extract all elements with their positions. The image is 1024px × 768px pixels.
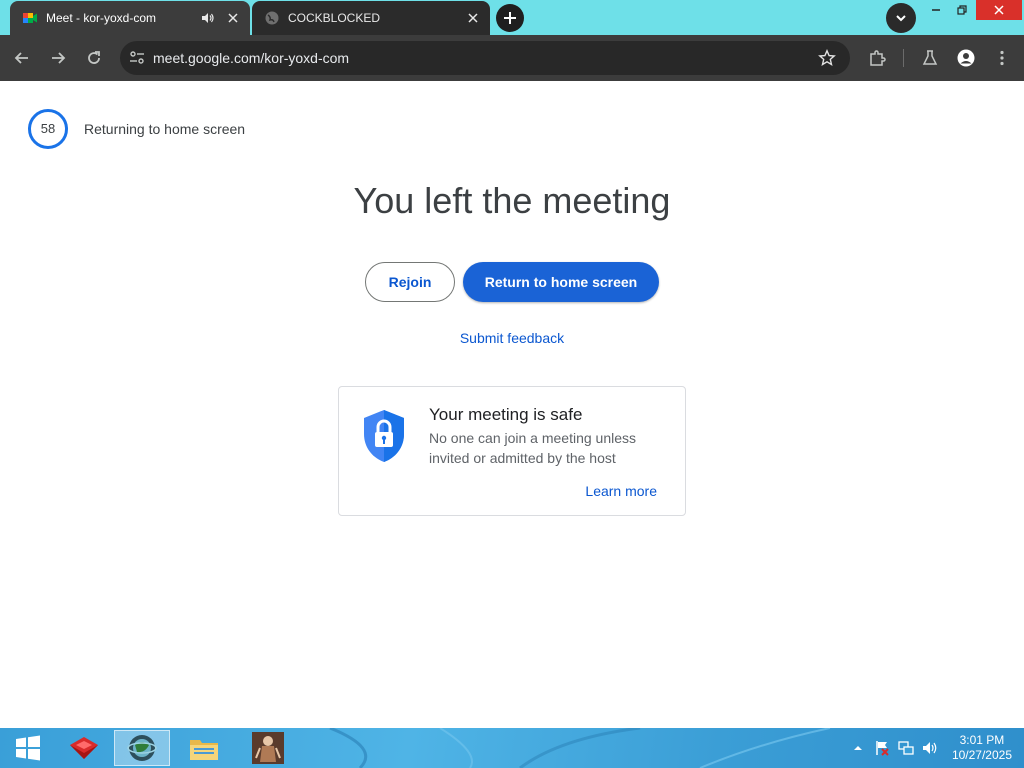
browser-globe-icon xyxy=(127,735,157,761)
safe-card-title: Your meeting is safe xyxy=(429,405,583,424)
character-app-icon xyxy=(252,732,284,764)
arrow-left-icon xyxy=(14,52,28,64)
taskbar-app-red[interactable] xyxy=(56,730,112,766)
flask-icon xyxy=(922,50,938,65)
volume-icon[interactable] xyxy=(922,740,938,756)
address-bar[interactable]: meet.google.com/kor-yoxd-com xyxy=(120,41,850,75)
tab-search-button[interactable] xyxy=(886,3,916,33)
taskbar-app-browser[interactable] xyxy=(114,730,170,766)
taskbar-app-explorer[interactable] xyxy=(176,730,232,766)
new-tab-button[interactable] xyxy=(496,4,524,32)
bookmark-star-icon[interactable] xyxy=(818,49,836,67)
url-text: meet.google.com/kor-yoxd-com xyxy=(153,50,350,66)
action-center-flag-icon[interactable] xyxy=(874,740,890,756)
extensions-button[interactable] xyxy=(865,46,889,70)
plus-icon xyxy=(504,12,516,24)
minimize-icon xyxy=(932,9,940,11)
red-app-icon xyxy=(70,737,98,759)
toolbar-divider xyxy=(903,49,904,67)
clock-date: 10/27/2025 xyxy=(951,748,1012,762)
globe-icon xyxy=(265,11,279,25)
windows-logo-icon xyxy=(16,735,40,761)
start-button[interactable] xyxy=(0,730,56,766)
submit-feedback-text[interactable]: Submit feedback xyxy=(460,330,564,346)
folder-icon xyxy=(190,740,218,760)
puzzle-icon xyxy=(870,50,886,66)
menu-button[interactable] xyxy=(990,46,1014,70)
profile-icon xyxy=(957,49,975,67)
tab-cockblocked[interactable]: COCKBLOCKED xyxy=(252,1,490,35)
taskbar: 3:01 PM 10/27/2025 xyxy=(0,728,1024,768)
more-vertical-icon xyxy=(1000,50,1004,66)
reload-icon xyxy=(88,51,100,64)
show-hidden-icons-icon[interactable] xyxy=(850,740,866,756)
close-tab-icon[interactable] xyxy=(226,11,240,25)
restore-icon xyxy=(957,5,967,15)
browser-toolbar: meet.google.com/kor-yoxd-com xyxy=(0,35,1024,81)
close-window-button[interactable] xyxy=(976,0,1022,20)
shield-lock-icon xyxy=(364,410,404,462)
arrow-right-icon xyxy=(52,52,66,64)
meeting-safe-card: Your meeting is safe No one can join a m… xyxy=(338,386,686,516)
tab-strip: Meet - kor-yoxd-com COCKBLOCKED xyxy=(0,0,1024,35)
tab-title: Meet - kor-yoxd-com xyxy=(46,11,157,25)
safe-card-description: No one can join a meeting unless invited… xyxy=(429,430,637,466)
return-home-button[interactable]: Return to home screen xyxy=(463,262,659,302)
taskbar-app-figure[interactable] xyxy=(240,730,296,766)
returning-text: Returning to home screen xyxy=(84,121,246,137)
forward-button[interactable] xyxy=(46,46,70,70)
submit-feedback-link: Submit feedback xyxy=(0,330,1024,346)
close-icon xyxy=(994,5,1004,15)
clock-time: 3:01 PM xyxy=(959,733,1005,747)
profile-button[interactable] xyxy=(954,46,978,70)
back-button[interactable] xyxy=(10,46,34,70)
tab-title: COCKBLOCKED xyxy=(288,11,381,25)
google-meet-icon xyxy=(23,13,37,23)
page-title: You left the meeting xyxy=(353,180,671,221)
labs-button[interactable] xyxy=(918,46,942,70)
close-tab-icon[interactable] xyxy=(466,11,480,25)
learn-more-link[interactable]: Learn more xyxy=(585,483,657,499)
reload-button[interactable] xyxy=(82,46,106,70)
countdown-number: 58 xyxy=(40,121,56,136)
speaker-icon[interactable] xyxy=(200,10,216,26)
tab-meet[interactable]: Meet - kor-yoxd-com xyxy=(10,1,250,35)
restore-button[interactable] xyxy=(947,0,977,20)
rejoin-button[interactable]: Rejoin xyxy=(365,262,455,302)
system-clock[interactable]: 3:01 PM 10/27/2025 xyxy=(952,733,1012,763)
site-settings-icon[interactable] xyxy=(128,49,146,67)
chevron-down-icon xyxy=(896,15,906,22)
network-icon[interactable] xyxy=(898,740,914,756)
